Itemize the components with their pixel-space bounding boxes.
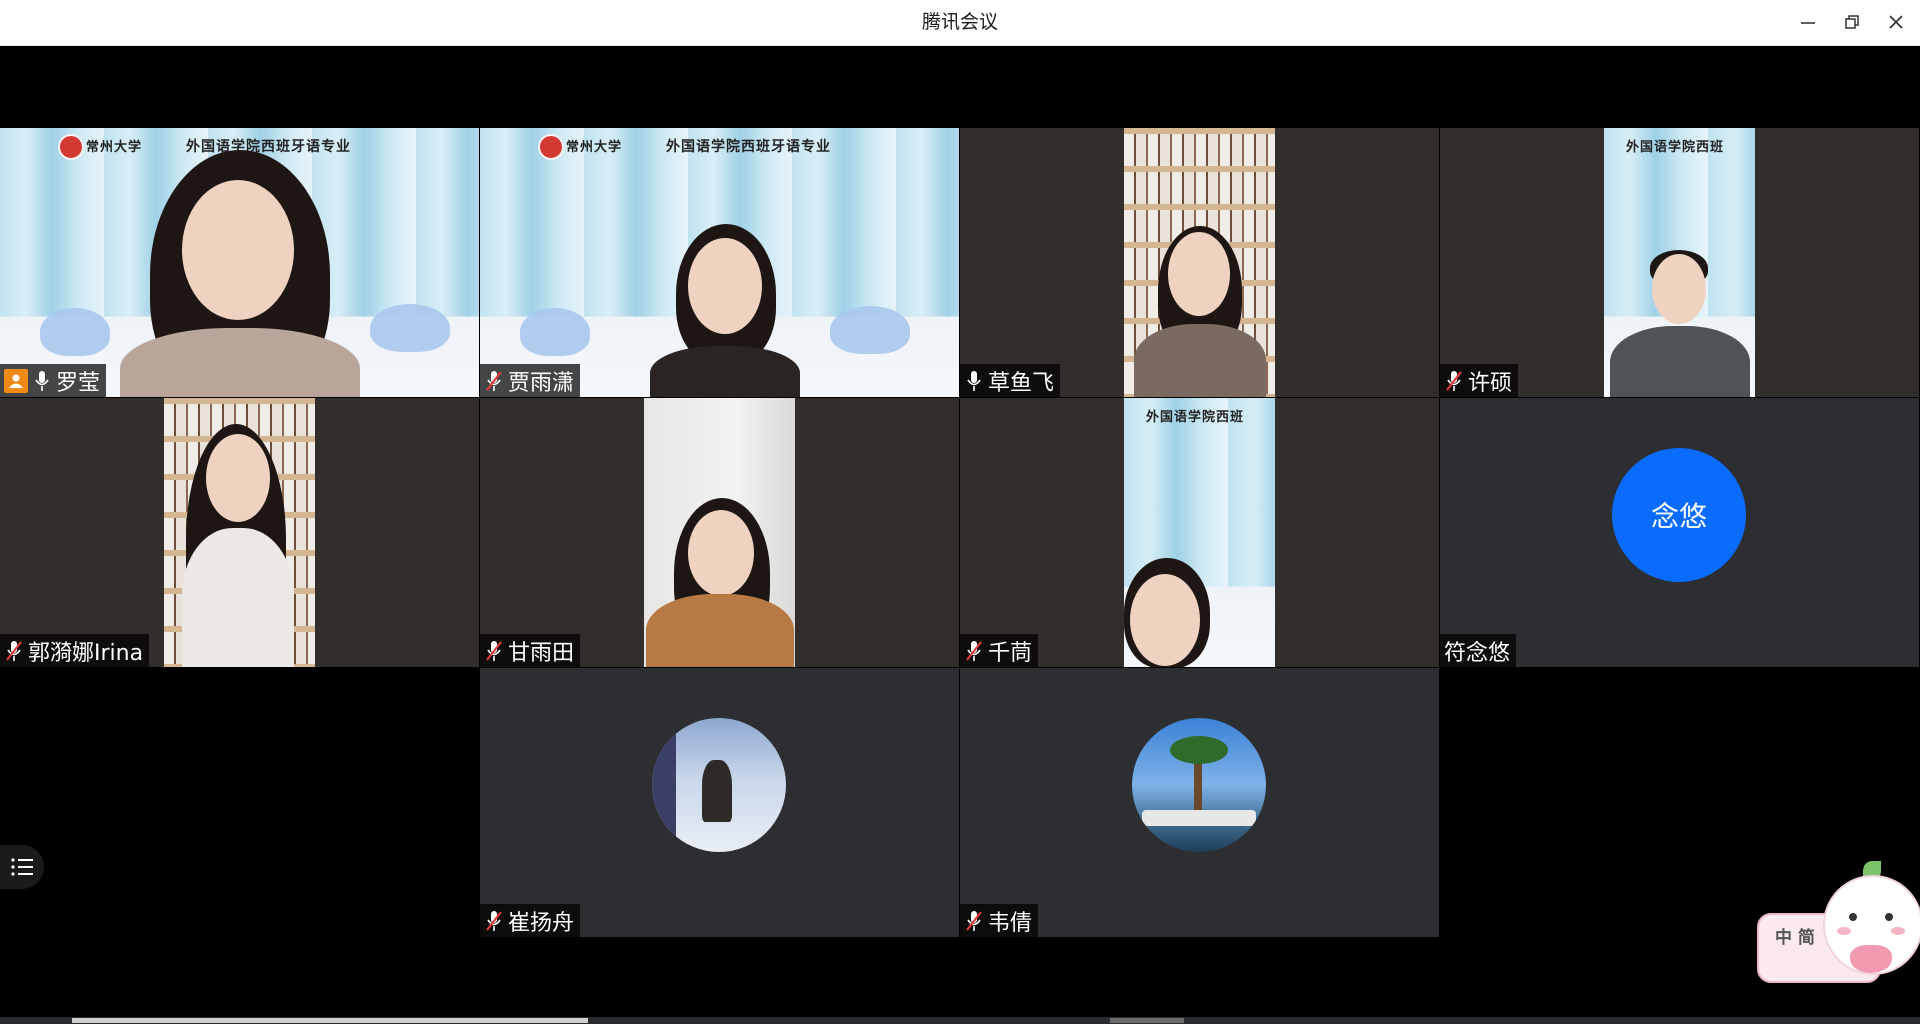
list-icon	[11, 858, 33, 876]
avatar	[1132, 718, 1266, 852]
title-bar: 腾讯会议	[0, 0, 1920, 46]
video-tile[interactable]: 崔扬舟	[480, 668, 959, 937]
deer-decoration	[830, 306, 910, 354]
restore-icon	[1845, 15, 1859, 29]
participant-name: 贾雨潇	[508, 370, 575, 396]
banner-text: 外国语学院西班	[1146, 410, 1245, 425]
participant-label: 罗莹	[0, 364, 107, 397]
video-tile[interactable]: 常州大学 外国语学院西班牙语专业 贾雨潇	[480, 128, 959, 397]
participant-name: 千茼	[988, 640, 1033, 666]
avatar-palm-leaves	[1170, 736, 1228, 764]
video-tile[interactable]: 草鱼飞	[960, 128, 1439, 397]
microphone-muted-icon	[484, 639, 504, 663]
banner-prefix: 常州大学	[86, 140, 143, 155]
participant-video: 常州大学 外国语学院西班牙语专业	[480, 128, 959, 397]
avatar-window-frame	[652, 718, 676, 852]
deer-decoration	[370, 304, 450, 352]
avatar-figure	[702, 760, 732, 822]
participant-label: 符念悠	[1440, 634, 1517, 667]
scroll-segment	[1110, 1018, 1184, 1023]
participant-label: 郭漪娜Irina	[0, 634, 150, 667]
participant-name: 许硕	[1468, 370, 1513, 396]
microphone-icon	[32, 369, 52, 393]
participant-name: 崔扬舟	[508, 910, 575, 936]
video-tile[interactable]: 常州大学 外国语学院西班牙语专业 罗莹	[0, 128, 479, 397]
participant-name: 符念悠	[1444, 640, 1511, 666]
bottom-bar	[0, 1017, 1920, 1024]
participant-name: 甘雨田	[508, 640, 575, 666]
banner-text: 外国语学院西班牙语专业	[666, 139, 831, 155]
minimize-icon	[1801, 22, 1815, 24]
microphone-muted-icon	[1444, 369, 1464, 393]
close-button[interactable]	[1879, 7, 1913, 37]
avatar-boats	[1142, 810, 1256, 826]
microphone-muted-icon	[4, 639, 24, 663]
banner-text: 外国语学院西班	[1626, 140, 1725, 155]
participant-label: 崔扬舟	[480, 904, 581, 937]
video-tile[interactable]: 外国语学院西班 许硕	[1440, 128, 1919, 397]
microphone-muted-icon	[964, 639, 984, 663]
avatar	[652, 718, 786, 852]
scroll-segment	[72, 1018, 588, 1023]
university-logo	[538, 134, 564, 160]
minimize-button[interactable]	[1791, 7, 1825, 37]
participant-label: 许硕	[1440, 364, 1519, 397]
video-tile[interactable]: 甘雨田	[480, 398, 959, 667]
participant-list-button[interactable]	[0, 845, 44, 889]
deer-decoration	[520, 308, 590, 356]
university-logo	[58, 134, 84, 160]
deer-decoration	[40, 308, 110, 356]
participant-label: 千茼	[960, 634, 1039, 667]
participant-video	[644, 398, 795, 667]
window-title: 腾讯会议	[921, 11, 998, 33]
banner-prefix: 常州大学	[566, 140, 623, 155]
microphone-muted-icon	[484, 369, 504, 393]
participant-label: 韦倩	[960, 904, 1039, 937]
host-icon	[4, 368, 28, 393]
participant-video	[1124, 128, 1275, 397]
microphone-icon	[964, 369, 984, 393]
video-tile[interactable]: 郭漪娜Irina	[0, 398, 479, 667]
microphone-muted-icon	[484, 909, 504, 933]
video-tile[interactable]: 念悠 符念悠	[1440, 398, 1919, 667]
banner-text: 外国语学院西班牙语专业	[186, 139, 351, 155]
video-tile[interactable]: 外国语学院西班 千茼	[960, 398, 1439, 667]
participant-video: 外国语学院西班	[1124, 398, 1275, 667]
avatar: 念悠	[1612, 448, 1746, 582]
participant-label: 贾雨潇	[480, 364, 581, 397]
participant-label: 甘雨田	[480, 634, 581, 667]
participant-name: 郭漪娜Irina	[28, 640, 144, 666]
microphone-muted-icon	[964, 909, 984, 933]
participant-name: 草鱼飞	[988, 370, 1055, 396]
participant-video	[164, 398, 315, 667]
close-icon	[1889, 15, 1903, 29]
ime-widget[interactable]: 中 简	[1755, 855, 1920, 985]
video-tile[interactable]: 韦倩	[960, 668, 1439, 937]
heart-icon	[1850, 945, 1892, 973]
participant-video: 外国语学院西班	[1604, 128, 1755, 397]
participant-label: 草鱼飞	[960, 364, 1061, 397]
ime-mode-text: 中 简	[1775, 928, 1815, 948]
participant-name: 罗莹	[56, 370, 101, 396]
participant-name: 韦倩	[988, 910, 1033, 936]
participant-video: 常州大学 外国语学院西班牙语专业	[0, 128, 479, 397]
restore-button[interactable]	[1835, 7, 1869, 37]
